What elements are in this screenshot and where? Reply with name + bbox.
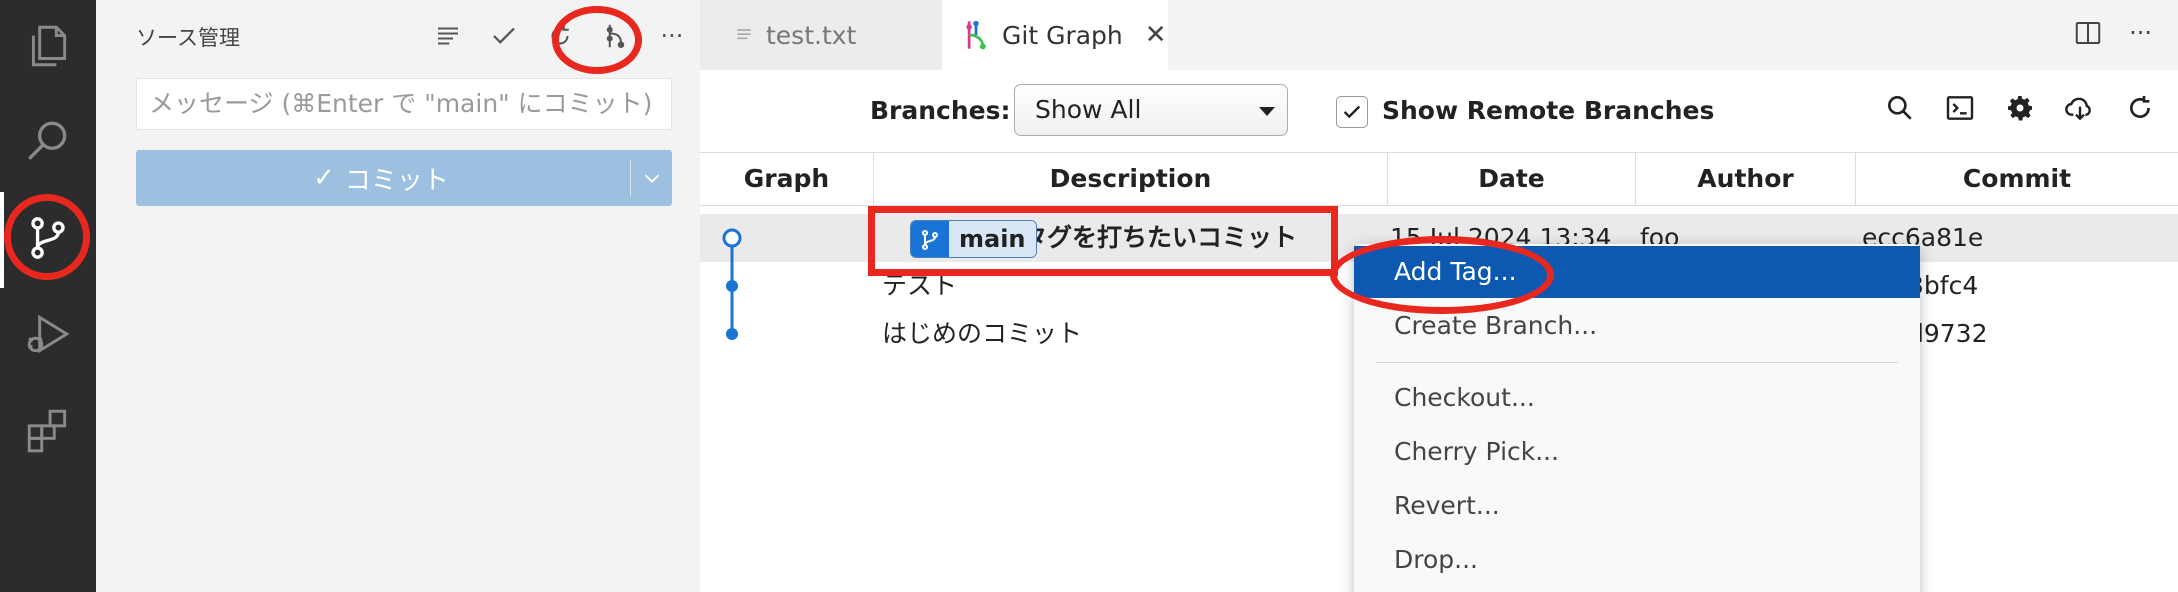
- fetch-button[interactable]: [2062, 90, 2098, 126]
- editor-actions: ···: [2073, 18, 2152, 48]
- tab-label: Git Graph: [1002, 20, 1123, 50]
- commit-check-icon: [493, 27, 515, 44]
- search-icon: [23, 117, 73, 171]
- annotation-circle-source-control: [4, 194, 90, 280]
- annotation-circle-git-graph: [552, 6, 642, 74]
- editor-tabs: test.txt Git Graph ✕ ···: [700, 0, 2178, 70]
- panel-title: ソース管理: [136, 26, 240, 50]
- terminal-icon: [1946, 96, 1974, 120]
- activity-extensions[interactable]: [0, 384, 96, 480]
- find-icon: [1888, 96, 1912, 120]
- column-description[interactable]: Description: [874, 153, 1388, 205]
- split-editor-icon[interactable]: [2073, 18, 2103, 48]
- column-date[interactable]: Date: [1388, 153, 1636, 205]
- show-remote-checkbox[interactable]: [1336, 96, 1368, 128]
- git-graph-icon: [966, 20, 986, 50]
- caret-down-icon: [1259, 107, 1275, 116]
- menu-item-checkout[interactable]: Checkout...: [1354, 372, 1920, 424]
- extensions-icon: [23, 405, 73, 459]
- text-file-icon: [737, 29, 751, 40]
- activity-run-debug[interactable]: [0, 288, 96, 384]
- commit-button[interactable]: ✓ コミット: [136, 150, 672, 206]
- menu-item-cherry-pick[interactable]: Cherry Pick...: [1354, 426, 1920, 478]
- annotation-circle-add-tag: [1330, 236, 1554, 314]
- terminal-button[interactable]: [1942, 90, 1978, 126]
- commit-label: コミット: [344, 165, 449, 196]
- commit-table-header: Graph Description Date Author Commit: [700, 152, 2178, 206]
- more-icon[interactable]: ···: [2129, 19, 2152, 47]
- files-icon: [23, 21, 73, 75]
- chevron-down-icon: [644, 174, 660, 183]
- check-icon: ✓: [313, 163, 335, 193]
- column-author[interactable]: Author: [1636, 153, 1856, 205]
- branches-value: Show All: [1035, 95, 1142, 124]
- find-button[interactable]: [1882, 90, 1918, 126]
- refresh-button[interactable]: [2122, 90, 2158, 126]
- activity-bar: [0, 0, 96, 592]
- branches-select[interactable]: Show All: [1014, 84, 1288, 136]
- graph-node[interactable]: [726, 280, 738, 292]
- tab-git-graph[interactable]: Git Graph ✕: [942, 0, 1168, 70]
- show-remote-label: Show Remote Branches: [1382, 96, 1715, 125]
- more-icon: ···: [660, 22, 684, 50]
- activity-explorer[interactable]: [0, 0, 96, 96]
- settings-icon: [2008, 96, 2032, 121]
- annotation-rect-commit: [868, 206, 1338, 276]
- menu-item-drop[interactable]: Drop...: [1354, 534, 1920, 586]
- window: ソース管理 ··· メッセージ (⌘Enter で "main" にコミット) …: [0, 0, 2178, 592]
- source-control-panel: ソース管理 ··· メッセージ (⌘Enter で "main" にコミット) …: [96, 0, 700, 592]
- commit-graph: [722, 228, 742, 340]
- menu-item-revert[interactable]: Revert...: [1354, 480, 1920, 532]
- column-graph[interactable]: Graph: [700, 153, 874, 205]
- more-actions-button[interactable]: ···: [650, 14, 694, 58]
- run-debug-icon: [23, 309, 73, 363]
- commit-divider: [630, 160, 631, 196]
- toolbar-actions: [1882, 90, 2158, 126]
- close-icon[interactable]: ✕: [1145, 20, 1167, 50]
- tab-label: test.txt: [766, 20, 857, 50]
- commit-dropdown-button[interactable]: [632, 150, 672, 206]
- view-as-list-icon: [438, 27, 458, 45]
- settings-button[interactable]: [2002, 90, 2038, 126]
- commit-button-small[interactable]: [482, 14, 526, 58]
- checkmark-icon: [1343, 105, 1361, 119]
- menu-separator: [1376, 362, 1898, 363]
- refresh-icon: [2130, 96, 2150, 118]
- column-commit[interactable]: Commit: [1856, 153, 2178, 205]
- view-as-list-button[interactable]: [426, 14, 470, 58]
- graph-node-head[interactable]: [722, 228, 742, 248]
- git-graph-toolbar: Branches: Show All Show Remote Branches: [700, 70, 2178, 152]
- graph-node[interactable]: [726, 328, 738, 340]
- tab-test-txt[interactable]: test.txt: [700, 0, 942, 70]
- commit-message-input[interactable]: メッセージ (⌘Enter で "main" にコミット): [136, 78, 672, 130]
- activity-search[interactable]: [0, 96, 96, 192]
- commit-main-action[interactable]: ✓ コミット: [136, 150, 626, 206]
- commit-description: はじめのコミット: [882, 319, 1083, 348]
- branches-label: Branches:: [870, 96, 1011, 125]
- fetch-icon: [2065, 97, 2091, 121]
